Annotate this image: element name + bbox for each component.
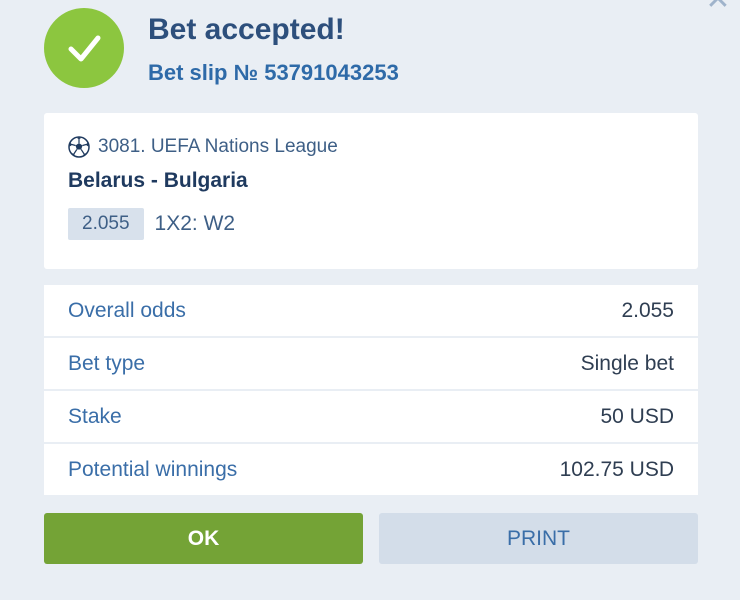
ok-button[interactable]: OK xyxy=(44,513,363,564)
summary-value: 102.75 USD xyxy=(559,457,674,481)
league-name: 3081. UEFA Nations League xyxy=(98,136,338,157)
summary-row-overall-odds: Overall odds 2.055 xyxy=(44,285,698,336)
summary-row-potential-winnings: Potential winnings 102.75 USD xyxy=(44,444,698,495)
summary-label: Bet type xyxy=(68,351,146,375)
summary-label: Overall odds xyxy=(68,298,186,322)
summary-row-bet-type: Bet type Single bet xyxy=(44,338,698,389)
summary-row-stake: Stake 50 USD xyxy=(44,391,698,442)
action-buttons: OK PRINT xyxy=(44,513,698,564)
confirmation-header: Bet accepted! Bet slip № 53791043253 xyxy=(44,8,399,88)
summary-label: Potential winnings xyxy=(68,457,238,481)
bet-summary: Overall odds 2.055 Bet type Single bet S… xyxy=(44,285,698,497)
summary-value: 50 USD xyxy=(600,404,674,428)
soccer-ball-icon xyxy=(68,136,90,158)
match-name: Belarus - Bulgaria xyxy=(68,169,248,192)
odds-badge: 2.055 xyxy=(68,208,144,240)
summary-label: Stake xyxy=(68,404,122,428)
summary-value: 2.055 xyxy=(621,298,674,322)
check-circle-icon xyxy=(44,8,124,88)
league-row: 3081. UEFA Nations League xyxy=(68,135,674,159)
close-icon[interactable]: ✕ xyxy=(704,0,732,15)
market-selection: 1X2: W2 xyxy=(154,212,236,235)
bet-slip-number: Bet slip № 53791043253 xyxy=(148,60,399,85)
summary-value: Single bet xyxy=(580,351,674,375)
confirmation-title: Bet accepted! xyxy=(148,13,345,46)
selection-row: 2.055 1X2: W2 xyxy=(68,208,674,240)
print-button[interactable]: PRINT xyxy=(379,513,698,564)
event-card: 3081. UEFA Nations League Belarus - Bulg… xyxy=(44,113,698,269)
